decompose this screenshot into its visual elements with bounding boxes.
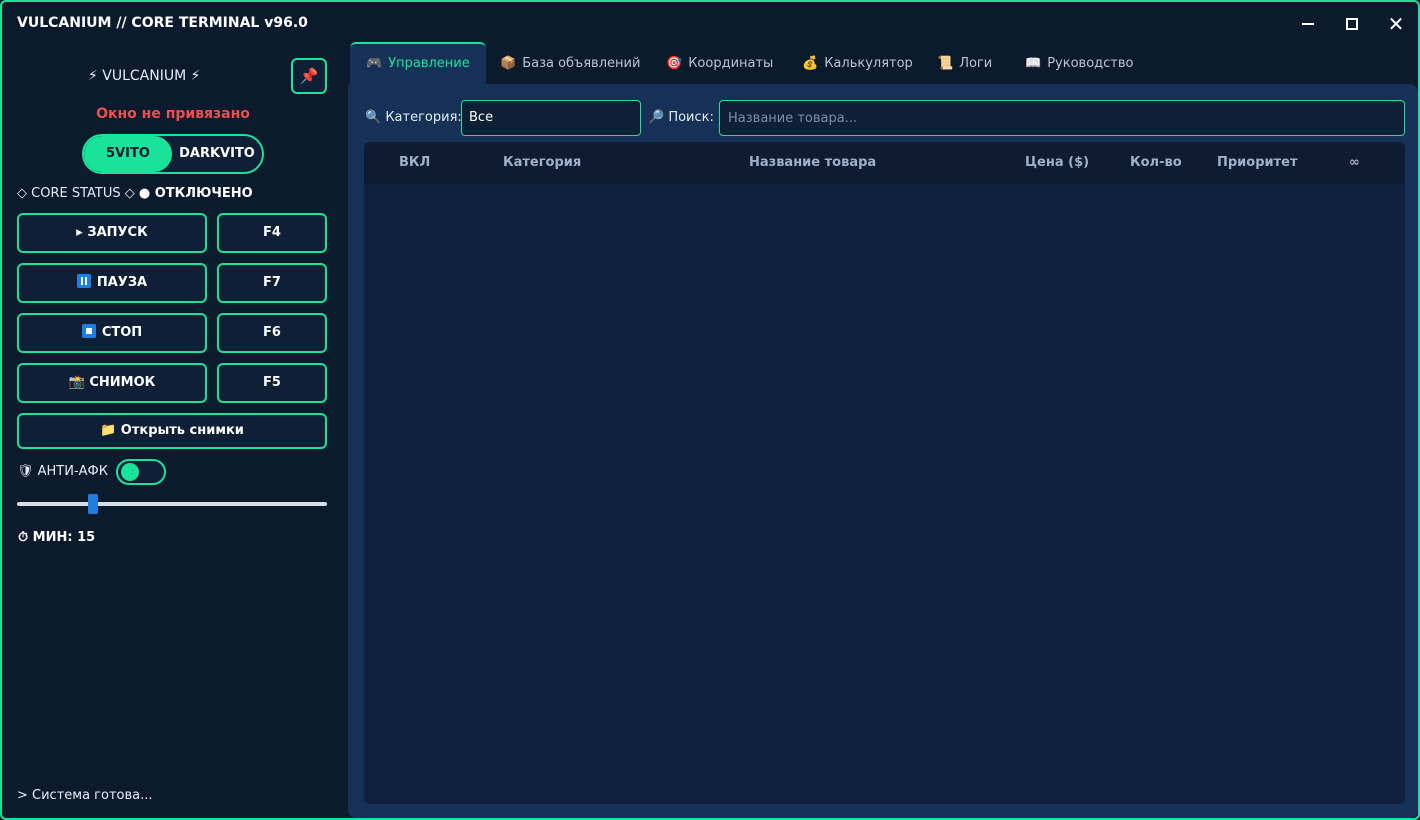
tab-logs[interactable]: 📜 Логи — [937, 44, 992, 84]
tab-calculator[interactable]: 💰 Калькулятор — [802, 44, 913, 84]
maximize-icon — [1346, 18, 1358, 30]
core-status-state: ● ОТКЛЮЧЕНО — [138, 186, 253, 201]
start-hotkey-button[interactable]: F4 — [217, 213, 327, 253]
tab-listings-db[interactable]: 📦 База объявлений — [500, 44, 640, 84]
interval-slider[interactable] — [17, 502, 327, 506]
stop-label: СТОП — [101, 325, 143, 340]
anti-afk-toggle[interactable] — [116, 459, 166, 485]
stop-button[interactable]: СТОП — [17, 313, 207, 353]
scroll-icon: 📜 — [937, 56, 954, 71]
column-header-quantity[interactable]: Кол-во — [1130, 142, 1182, 184]
core-status-label: ◇ CORE STATUS ◇ — [17, 186, 135, 201]
column-header-price[interactable]: Цена ($) — [1025, 142, 1089, 184]
tab-label: Управление — [388, 56, 470, 71]
pin-button[interactable]: 📌 — [291, 58, 327, 94]
search-input[interactable] — [719, 100, 1405, 136]
column-header-item-name[interactable]: Название товара — [749, 142, 876, 184]
column-header-enabled[interactable]: ВКЛ — [399, 142, 430, 184]
search-icon: 🔎 — [648, 110, 665, 125]
category-label-text: Категория: — [385, 110, 462, 125]
tab-label: Калькулятор — [824, 56, 913, 71]
money-bag-icon: 💰 — [802, 56, 819, 71]
tab-guide[interactable]: 📖 Руководство — [1025, 44, 1133, 84]
window-title: VULCANIUM // CORE TERMINAL v96.0 — [17, 15, 308, 31]
minimize-button[interactable] — [1298, 14, 1318, 34]
interval-slider-thumb[interactable] — [88, 494, 98, 514]
items-table: ВКЛ Категория Название товара Цена ($) К… — [364, 142, 1405, 804]
pause-hotkey-button[interactable]: F7 — [217, 263, 327, 303]
book-icon: 📖 — [1025, 56, 1042, 71]
tab-label: Координаты — [688, 56, 774, 71]
snapshot-button[interactable]: 📸 СНИМОК — [17, 363, 207, 403]
minimize-icon — [1302, 23, 1314, 25]
column-header-infinite[interactable]: ∞ — [1349, 142, 1360, 184]
pause-button[interactable]: ПАУЗА — [17, 263, 207, 303]
pin-icon: 📌 — [299, 67, 319, 85]
stop-hotkey-button[interactable]: F6 — [217, 313, 327, 353]
anti-afk-label: 🛡 АНТИ-АФК — [17, 464, 108, 479]
tab-control[interactable]: 🎮 Управление — [350, 42, 486, 84]
interval-minutes-label: ⏱ МИН: 15 — [18, 530, 96, 545]
package-icon: 📦 — [500, 56, 517, 71]
snapshot-hotkey-button[interactable]: F5 — [217, 363, 327, 403]
pause-icon — [76, 274, 91, 288]
platform-option-5vito[interactable]: 5VITO — [84, 136, 172, 172]
window-bind-status: Окно не привязано — [96, 106, 250, 122]
close-button[interactable]: ✕ — [1386, 14, 1406, 34]
brand-label: ⚡ VULCANIUM ⚡ — [88, 68, 201, 84]
search-label-text: Поиск: — [668, 110, 714, 125]
category-filter-label: 🔍 Категория: — [365, 110, 462, 125]
stop-icon — [81, 324, 96, 338]
app-window: VULCANIUM // CORE TERMINAL v96.0 ✕ ⚡ VUL… — [0, 0, 1420, 820]
platform-switch[interactable]: 5VITO DARKVITO — [82, 134, 264, 174]
maximize-button[interactable] — [1342, 14, 1362, 34]
sidebar: ⚡ VULCANIUM ⚡ 📌 Окно не привязано 5VITO … — [2, 46, 344, 818]
tab-bar: 🎮 Управление 📦 База объявлений 🎯 Координаты… — [348, 42, 1418, 84]
tab-coordinates[interactable]: 🎯 Координаты — [666, 44, 773, 84]
tab-label: База объявлений — [522, 56, 641, 71]
column-header-category[interactable]: Категория — [503, 142, 581, 184]
title-bar[interactable]: VULCANIUM // CORE TERMINAL v96.0 ✕ — [2, 2, 1418, 46]
core-status: ◇ CORE STATUS ◇ ● ОТКЛЮЧЕНО — [17, 186, 253, 201]
start-button[interactable]: ▸ ЗАПУСК — [17, 213, 207, 253]
toggle-knob — [121, 463, 139, 481]
table-header: ВКЛ Категория Название товара Цена ($) К… — [364, 142, 1405, 184]
target-icon: 🎯 — [666, 56, 683, 71]
category-select[interactable]: Все — [461, 100, 641, 136]
tab-label: Логи — [959, 56, 993, 71]
platform-option-darkvito[interactable]: DARKVITO — [172, 136, 262, 172]
pause-label: ПАУЗА — [96, 275, 148, 290]
gamepad-icon: 🎮 — [366, 56, 383, 71]
console-line: > Система готова... — [17, 788, 153, 803]
column-header-priority[interactable]: Приоритет — [1217, 142, 1298, 184]
tab-label: Руководство — [1047, 56, 1134, 71]
open-snapshots-button[interactable]: 📁 Открыть снимки — [17, 413, 327, 449]
search-label: 🔎 Поиск: — [648, 110, 714, 125]
control-panel: 🔍 Категория: Все 🔎 Поиск: ВКЛ Категория … — [348, 84, 1418, 818]
magnifier-icon: 🔍 — [365, 110, 382, 125]
